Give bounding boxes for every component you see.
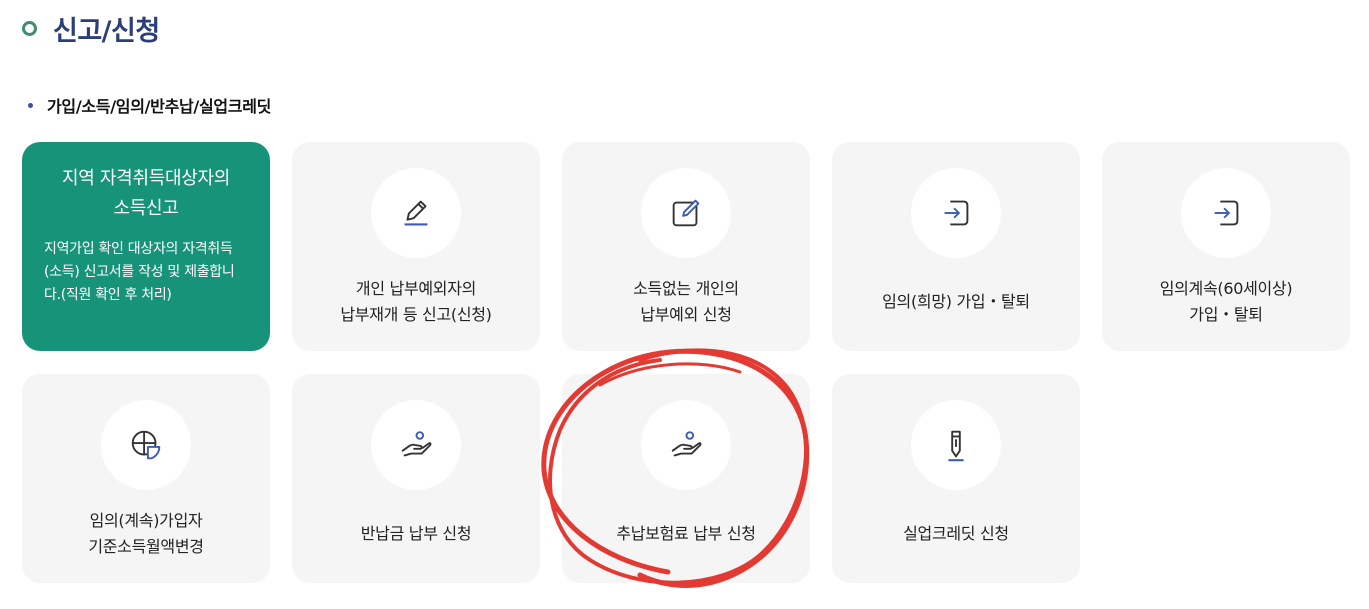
hand-money-icon: [401, 431, 432, 457]
card-label: 개인 납부예외자의 납부재개 등 신고(신청): [340, 279, 492, 324]
card-late-premium-payment[interactable]: 추납보험료 납부 신청: [562, 374, 810, 583]
icon-circle: [911, 400, 1001, 490]
icon-circle: [371, 400, 461, 490]
page: 신고/신청 가입/소득/임의/반추납/실업크레딧 지역 자격취득대상자의 소득신…: [0, 0, 1369, 609]
card-label: 실업크레딧 신청: [903, 524, 1009, 543]
title-circle-icon: [22, 20, 37, 36]
card-standard-income-change[interactable]: 임의(계속)가입자 기준소득월액변경: [22, 374, 270, 583]
featured-card-title: 지역 자격취득대상자의 소득신고: [61, 168, 231, 219]
featured-card-income-report[interactable]: 지역 자격취득대상자의 소득신고 지역가입 확인 대상자의 자격취득(소득) 신…: [22, 142, 270, 351]
login-arrow-icon: [944, 200, 969, 226]
card-unemployment-credit[interactable]: 실업크레딧 신청: [832, 374, 1080, 583]
icon-circle: [641, 400, 731, 490]
card-label: 추납보험료 납부 신청: [616, 524, 756, 543]
hand-money-icon: [671, 431, 702, 457]
card-no-income-exception[interactable]: 소득없는 개인의 납부예외 신청: [562, 142, 810, 351]
card-refund-payment[interactable]: 반납금 납부 신청: [292, 374, 540, 583]
icon-circle: [1181, 168, 1271, 258]
section-bullet-icon: [28, 102, 33, 108]
icon-circle: [911, 168, 1001, 258]
login-arrow-icon: [1214, 200, 1239, 226]
icon-circle: [371, 168, 461, 258]
icon-circle: [101, 400, 191, 490]
card-label: 반납금 납부 신청: [360, 524, 472, 543]
edit-box-icon: [672, 199, 700, 227]
card-voluntary-continue-join-withdraw[interactable]: 임의계속(60세이상) 가입・탈퇴: [1102, 142, 1350, 351]
card-label: 임의(계속)가입자 기준소득월액변경: [88, 511, 204, 556]
page-header: 신고/신청: [22, 8, 160, 48]
pie-chart-icon: [131, 430, 161, 460]
icon-circle: [641, 168, 731, 258]
section-header: 가입/소득/임의/반추납/실업크레딧: [28, 92, 271, 118]
card-label: 임의계속(60세이상) 가입・탈퇴: [1159, 279, 1293, 324]
pen-icon: [948, 430, 964, 462]
card-payment-resume-report[interactable]: 개인 납부예외자의 납부재개 등 신고(신청): [292, 142, 540, 351]
card-voluntary-join-withdraw[interactable]: 임의(희망) 가입・탈퇴: [832, 142, 1080, 351]
page-title: 신고/신청: [53, 15, 160, 47]
card-label: 소득없는 개인의 납부예외 신청: [633, 279, 739, 324]
featured-card-description: 지역가입 확인 대상자의 자격취득(소득) 신고서를 작성 및 제출합니다.(직…: [44, 241, 235, 303]
section-title: 가입/소득/임의/반추납/실업크레딧: [47, 97, 272, 116]
pencil-icon: [404, 200, 428, 226]
card-label: 임의(희망) 가입・탈퇴: [882, 292, 1030, 311]
